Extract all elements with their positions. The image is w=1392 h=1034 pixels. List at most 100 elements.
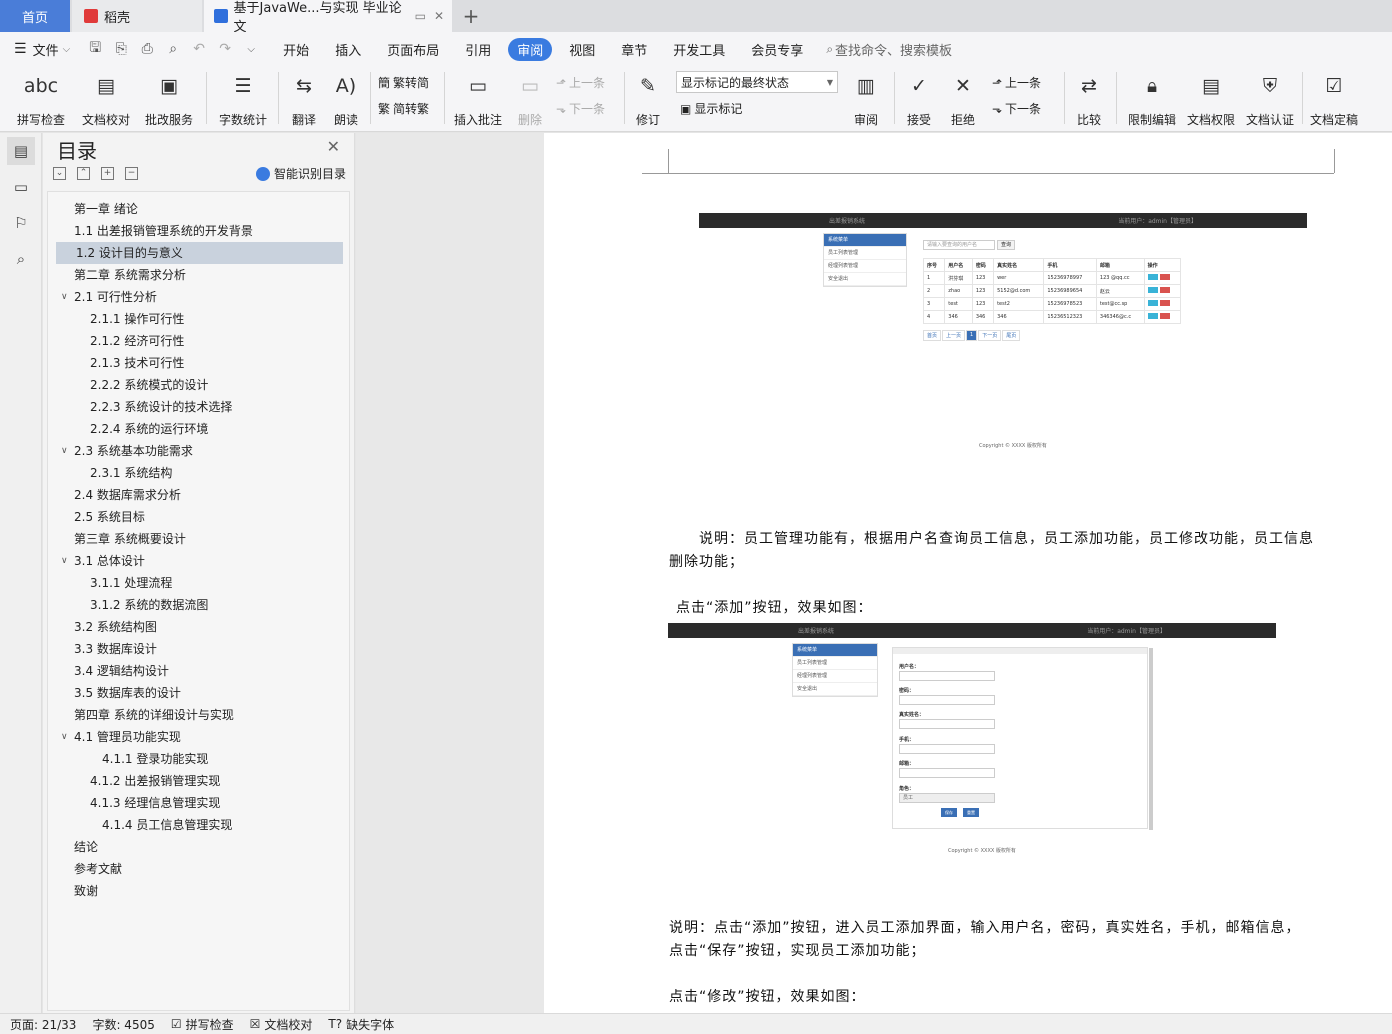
toc-panel-icon[interactable]: ▤ [7, 137, 35, 165]
show-markup-button[interactable]: ▣ 显示标记 [680, 100, 742, 117]
menu-layout[interactable]: 页面布局 [378, 38, 448, 61]
expand-up-icon[interactable]: ⌃ [77, 167, 90, 180]
toc-item[interactable]: 第二章 系统需求分析 [74, 264, 186, 286]
doc-check-status[interactable]: ☒ 文档校对 [250, 1016, 313, 1033]
toc-item[interactable]: 结论 [74, 836, 98, 858]
menu-insert[interactable]: 插入 [326, 38, 370, 61]
doc-check-button[interactable]: ▤ 文档校对 [78, 70, 134, 128]
read-aloud-button[interactable]: A) 朗读 [328, 70, 364, 128]
toc-item[interactable]: 3.2 系统结构图 [74, 616, 157, 638]
word-count-button[interactable]: ☰ 字数统计 [214, 70, 272, 128]
remove-level-icon[interactable]: − [125, 167, 138, 180]
next-comment-button[interactable]: ⬎ 下一条 [556, 100, 605, 117]
more-icon[interactable]: ⌵ [238, 44, 264, 55]
menu-view[interactable]: 视图 [560, 38, 604, 61]
revise-button[interactable]: ✎ 修订 [630, 70, 666, 128]
review-pane-button[interactable]: ▥ 审阅 [846, 70, 886, 128]
menu-chapter[interactable]: 章节 [612, 38, 656, 61]
insert-comment-button[interactable]: ▭ 插入批注 [450, 70, 506, 128]
toc-item[interactable]: ∨ 3.1 总体设计 [61, 550, 145, 572]
toc-item[interactable]: 2.3.1 系统结构 [90, 462, 172, 484]
toc-item[interactable]: 致谢 [74, 880, 98, 902]
prev-change-button[interactable]: ⬏ 上一条 [992, 74, 1041, 91]
search-icon[interactable]: ⌕ [7, 245, 35, 273]
doc-cert-button[interactable]: ⛨ 文档认证 [1242, 70, 1298, 128]
collapse-all-icon[interactable]: ⌄ [53, 167, 66, 180]
toc-item[interactable]: 第四章 系统的详细设计与实现 [74, 704, 234, 726]
menu-devtools[interactable]: 开发工具 [664, 38, 734, 61]
add-level-icon[interactable]: + [101, 167, 114, 180]
toc-item[interactable]: 1.2 设计目的与意义 [56, 242, 343, 264]
chapter-nav-icon[interactable]: ▭ [7, 173, 35, 201]
toc-item[interactable]: 4.1.4 员工信息管理实现 [102, 814, 232, 836]
translate-button[interactable]: ⇆ 翻译 [284, 70, 324, 128]
restrict-edit-button[interactable]: 🔒︎ 限制编辑 [1124, 70, 1180, 128]
toc-item[interactable]: 3.1.2 系统的数据流图 [90, 594, 208, 616]
toc-item[interactable]: 2.2.2 系统模式的设计 [90, 374, 208, 396]
reject-button[interactable]: ✕ 拒绝 [944, 70, 982, 128]
menu-member[interactable]: 会员专享 [742, 38, 812, 61]
toc-item[interactable]: 2.5 系统目标 [74, 506, 145, 528]
next-change-button[interactable]: ⬎ 下一条 [992, 100, 1041, 117]
export-icon[interactable]: ⎘ [108, 41, 134, 57]
spell-check-button[interactable]: abc 拼写检查 [10, 70, 72, 128]
compare-button[interactable]: ⇄ 比较 [1070, 70, 1108, 128]
toc-item[interactable]: ∨ 2.1 可行性分析 [61, 286, 157, 308]
trad-to-simp-button[interactable]: 簡繁转简 [378, 74, 429, 91]
bookmark-icon[interactable]: ⚐ [7, 209, 35, 237]
new-tab-button[interactable]: + [458, 0, 484, 32]
expand-chevron-icon[interactable]: ∨ [61, 550, 68, 572]
command-search-input[interactable]: 查找命令、搜索模板 [835, 40, 952, 59]
toc-item[interactable]: 第一章 绪论 [74, 198, 138, 220]
tab-daoke[interactable]: 稻壳 [72, 0, 202, 32]
toc-item[interactable]: 3.5 数据库表的设计 [74, 682, 181, 704]
document-page[interactable]: 出差报销系统 当前用户：admin【管理员】 系统菜单 员工列表管理 经理列表管理… [544, 133, 1392, 1013]
redo-icon[interactable]: ↷ [212, 41, 238, 57]
toc-item[interactable]: ∨ 4.1 管理员功能实现 [61, 726, 181, 748]
toc-item[interactable]: 第三章 系统概要设计 [74, 528, 186, 550]
undo-icon[interactable]: ↶ [186, 41, 212, 57]
close-tab-icon[interactable]: ✕ [434, 9, 444, 23]
page-indicator[interactable]: 页面: 21/33 [10, 1016, 76, 1033]
markup-mode-select[interactable]: 显示标记的最终状态 ▼ [676, 71, 838, 93]
file-menu[interactable]: 文件 [33, 40, 59, 59]
prev-comment-button[interactable]: ⬏ 上一条 [556, 74, 605, 91]
toc-item[interactable]: 3.4 逻辑结构设计 [74, 660, 169, 682]
toc-item[interactable]: 参考文献 [74, 858, 122, 880]
toc-item[interactable]: 4.1.3 经理信息管理实现 [90, 792, 220, 814]
toc-item[interactable]: 2.1.2 经济可行性 [90, 330, 184, 352]
menu-reference[interactable]: 引用 [456, 38, 500, 61]
chevron-down-icon[interactable]: ⌵ [63, 44, 71, 55]
doc-permission-button[interactable]: ▤ 文档权限 [1184, 70, 1238, 128]
toc-item[interactable]: 2.4 数据库需求分析 [74, 484, 181, 506]
menu-start[interactable]: 开始 [274, 38, 318, 61]
pin-icon[interactable]: ▭ [415, 9, 426, 23]
expand-chevron-icon[interactable]: ∨ [61, 726, 68, 748]
toc-item[interactable]: 4.1.1 登录功能实现 [102, 748, 208, 770]
tab-home[interactable]: 首页 [0, 0, 70, 32]
missing-font-status[interactable]: T? 缺失字体 [328, 1016, 394, 1033]
spell-check-status[interactable]: ☑ 拼写检查 [171, 1016, 234, 1033]
save-icon[interactable]: 🖫 [82, 37, 108, 61]
delete-comment-button[interactable]: ▭ 删除 [510, 70, 550, 128]
toc-item[interactable]: 4.1.2 出差报销管理实现 [90, 770, 220, 792]
menu-review[interactable]: 审阅 [508, 37, 553, 61]
batch-service-button[interactable]: ▣ 批改服务 [138, 70, 200, 128]
toc-item[interactable]: 3.1.1 处理流程 [90, 572, 172, 594]
toc-item[interactable]: 2.1.3 技术可行性 [90, 352, 184, 374]
smart-toc-button[interactable]: 智能识别目录 [255, 165, 346, 182]
close-icon[interactable]: ✕ [327, 137, 340, 156]
doc-finalize-button[interactable]: ☑ 文档定稿 [1306, 70, 1362, 128]
toc-item[interactable]: 2.2.3 系统设计的技术选择 [90, 396, 232, 418]
toc-item[interactable]: 3.3 数据库设计 [74, 638, 157, 660]
tab-document[interactable]: 基于JavaWe...与实现 毕业论文 ▭ ✕ [204, 0, 452, 35]
toc-item[interactable]: 2.1.1 操作可行性 [90, 308, 184, 330]
expand-chevron-icon[interactable]: ∨ [61, 286, 68, 308]
simp-to-trad-button[interactable]: 繁简转繁 [378, 100, 429, 117]
expand-chevron-icon[interactable]: ∨ [61, 440, 68, 462]
hamburger-icon[interactable]: ☰ [14, 41, 27, 57]
toc-item[interactable]: 1.1 出差报销管理系统的开发背景 [74, 220, 253, 242]
toc-item[interactable]: 2.2.4 系统的运行环境 [90, 418, 208, 440]
word-count-status[interactable]: 字数: 4505 [92, 1016, 154, 1033]
print-icon[interactable]: ⎙ [134, 41, 160, 57]
